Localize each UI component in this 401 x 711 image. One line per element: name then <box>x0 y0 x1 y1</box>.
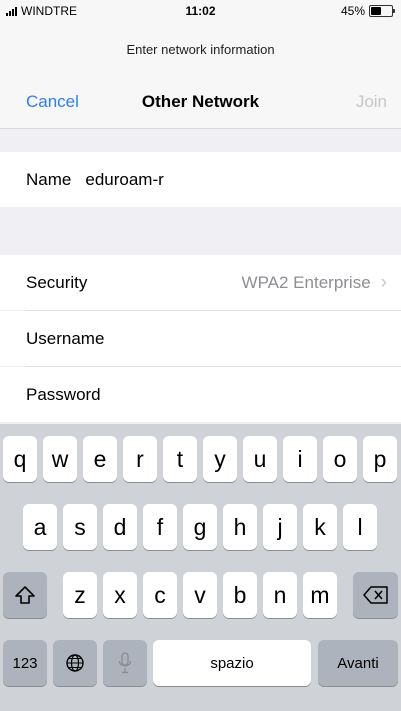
name-field[interactable]: Name eduroam-r <box>0 152 401 207</box>
key-a[interactable]: a <box>23 504 57 550</box>
backspace-icon <box>362 586 388 604</box>
key-m[interactable]: m <box>303 572 337 618</box>
key-r[interactable]: r <box>123 436 157 482</box>
battery-status: 45% <box>340 4 395 18</box>
key-n[interactable]: n <box>263 572 297 618</box>
key-d[interactable]: d <box>103 504 137 550</box>
password-field[interactable]: Password <box>0 367 401 422</box>
security-value: WPA2 Enterprise <box>241 272 371 292</box>
microphone-icon <box>118 652 132 674</box>
name-input[interactable]: eduroam-r <box>85 170 163 190</box>
password-label: Password <box>26 384 101 404</box>
key-w[interactable]: w <box>43 436 77 482</box>
prompt-text: Enter network information <box>126 42 275 57</box>
space-key[interactable]: spazio <box>153 640 311 686</box>
chevron-right-icon: › <box>380 271 387 293</box>
key-t[interactable]: t <box>163 436 197 482</box>
key-f[interactable]: f <box>143 504 177 550</box>
battery-level-fill <box>371 7 381 15</box>
numbers-key[interactable]: 123 <box>3 640 47 686</box>
key-c[interactable]: c <box>143 572 177 618</box>
page-title: Other Network <box>141 92 260 111</box>
key-s[interactable]: s <box>63 504 97 550</box>
key-k[interactable]: k <box>303 504 337 550</box>
key-i[interactable]: i <box>283 436 317 482</box>
status-bar: WINDTRE 11:02 45% <box>0 0 401 22</box>
key-u[interactable]: u <box>243 436 277 482</box>
key-o[interactable]: o <box>323 436 357 482</box>
battery-percent: 45% <box>340 4 365 18</box>
key-l[interactable]: l <box>343 504 377 550</box>
shift-key[interactable] <box>3 572 47 618</box>
key-v[interactable]: v <box>183 572 217 618</box>
navigation-header: Enter network information Cancel Other N… <box>0 22 401 129</box>
shift-icon <box>15 586 35 604</box>
key-h[interactable]: h <box>223 504 257 550</box>
security-value-group: WPA2 Enterprise › <box>242 272 387 294</box>
keyboard: q w e r t y u i o p a s d f g h j k l z … <box>0 424 401 711</box>
username-label: Username <box>26 328 105 348</box>
globe-icon <box>66 654 84 672</box>
security-row[interactable]: Security WPA2 Enterprise › <box>0 255 401 310</box>
battery-icon <box>369 5 395 17</box>
security-label: Security <box>26 272 88 292</box>
return-key[interactable]: Avanti <box>318 640 398 686</box>
key-j[interactable]: j <box>263 504 297 550</box>
username-field[interactable]: Username <box>0 311 401 366</box>
key-z[interactable]: z <box>63 572 97 618</box>
key-e[interactable]: e <box>83 436 117 482</box>
key-y[interactable]: y <box>203 436 237 482</box>
globe-key[interactable] <box>53 640 97 686</box>
key-q[interactable]: q <box>3 436 37 482</box>
key-b[interactable]: b <box>223 572 257 618</box>
key-g[interactable]: g <box>183 504 217 550</box>
join-button[interactable]: Join <box>356 92 387 112</box>
key-x[interactable]: x <box>103 572 137 618</box>
dictation-key[interactable] <box>103 640 147 686</box>
name-label: Name <box>26 169 72 189</box>
delete-key[interactable] <box>353 572 398 618</box>
key-p[interactable]: p <box>363 436 397 482</box>
